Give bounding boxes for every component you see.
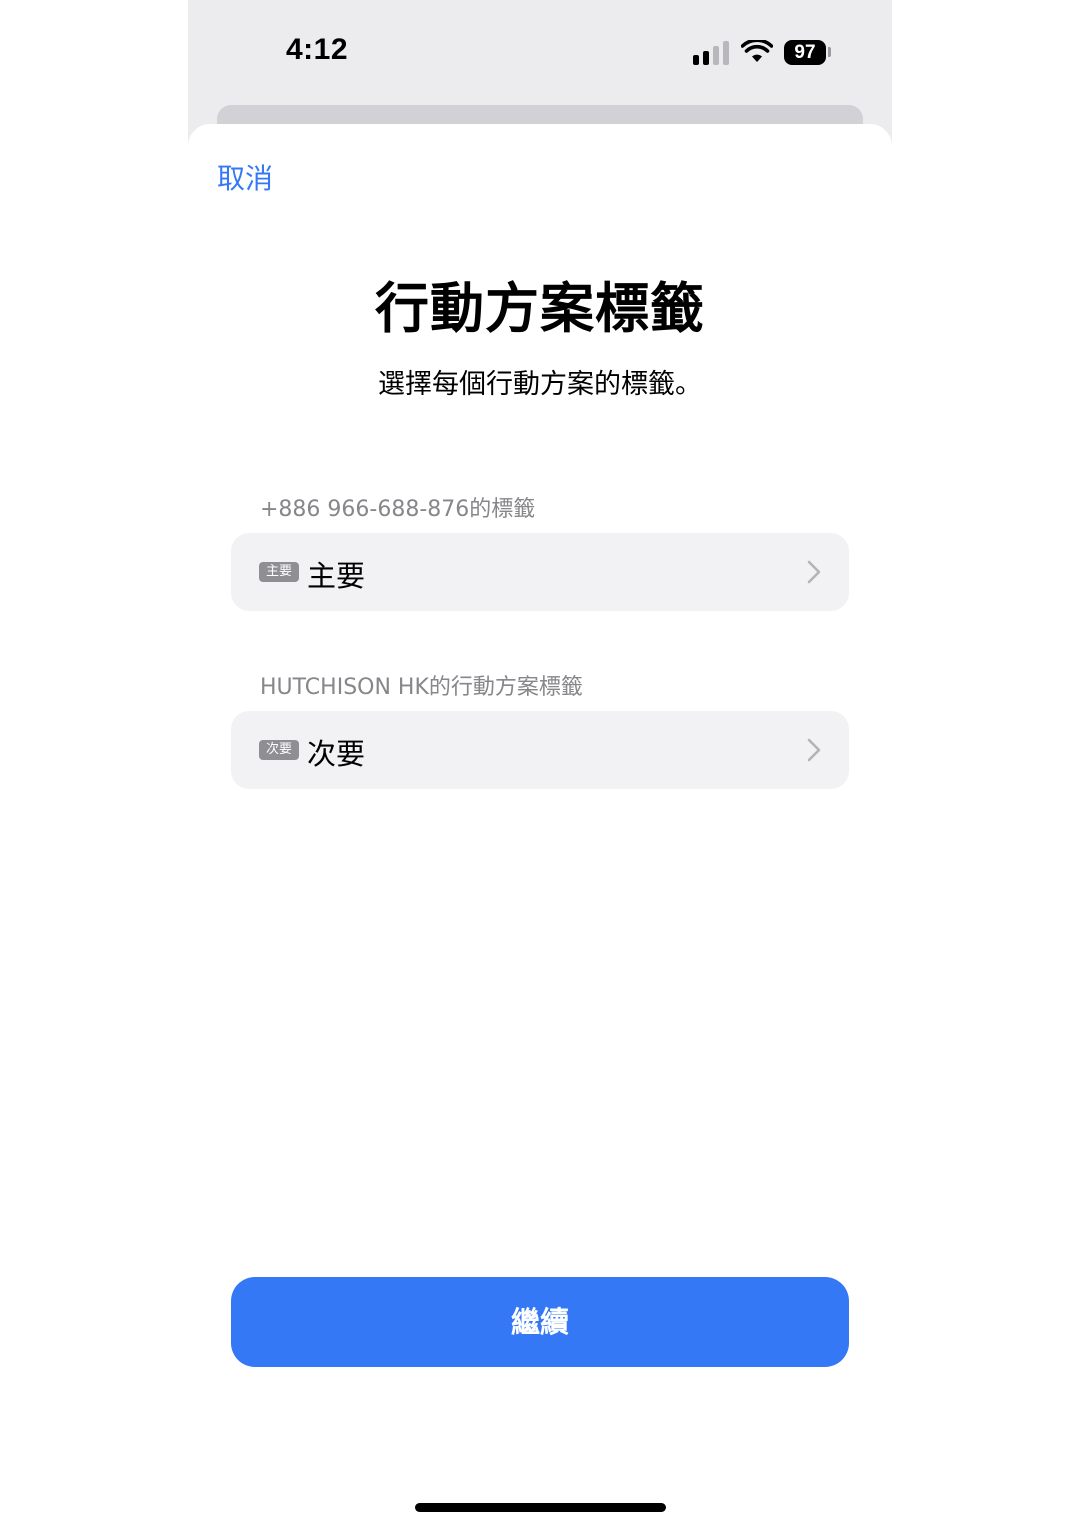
line-label-row-secondary[interactable]: 次要 次要 [231, 711, 849, 789]
line-label-row-primary[interactable]: 主要 主要 [231, 533, 849, 611]
continue-button[interactable]: 繼續 [231, 1277, 849, 1367]
cellular-signal-icon [693, 41, 731, 65]
chevron-right-icon [807, 738, 821, 762]
row-value: 次要 [307, 737, 366, 771]
row-value: 主要 [307, 559, 366, 593]
section-label-secondary-line: HUTCHISON HK的行動方案標籤 [260, 675, 583, 700]
phone-screen: 4:12 97 取消 行動方案標籤 選擇每個行動方案的標籤。 +886 966-… [188, 0, 892, 1527]
line-badge: 次要 [259, 740, 299, 760]
chevron-right-icon [807, 560, 821, 584]
wifi-icon [741, 40, 773, 62]
status-time: 4:12 [286, 33, 349, 66]
modal-sheet: 取消 行動方案標籤 選擇每個行動方案的標籤。 +886 966-688-876的… [188, 124, 892, 1527]
home-indicator[interactable] [415, 1503, 666, 1512]
line-badge: 主要 [259, 562, 299, 582]
page-subtitle: 選擇每個行動方案的標籤。 [378, 369, 702, 400]
section-label-primary-line: +886 966-688-876的標籤 [260, 497, 536, 522]
cancel-button[interactable]: 取消 [217, 157, 273, 197]
page-title: 行動方案標籤 [375, 277, 705, 340]
battery-cap [828, 47, 831, 57]
battery-icon: 97 [784, 40, 826, 65]
